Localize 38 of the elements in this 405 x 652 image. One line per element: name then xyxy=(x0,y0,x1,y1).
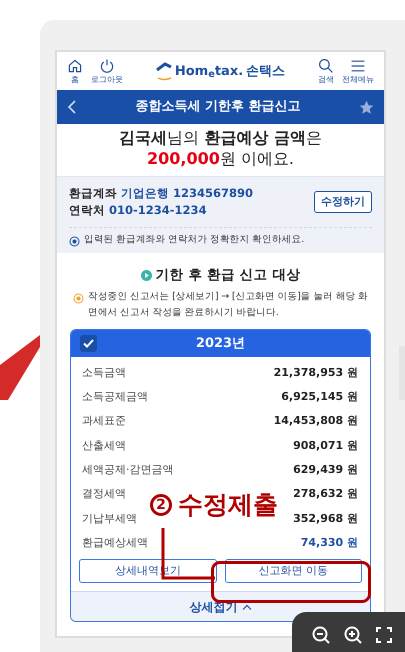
row-label: 소득공제금액 xyxy=(82,389,148,406)
row-label: 기납부세액 xyxy=(82,510,137,526)
row-value: 14,453,808 원 xyxy=(274,413,358,430)
row-label: 산출세액 xyxy=(82,438,126,454)
field-label: 연락처 xyxy=(69,202,105,219)
notice-text: 입력된 환급계좌와 연락처가 정확한지 확인하세요. xyxy=(84,233,304,248)
row-value: 629,439 원 xyxy=(293,462,358,478)
step-number: 2 xyxy=(150,494,172,516)
row-label: 세액공제·감면금액 xyxy=(82,462,174,478)
collapse-button[interactable]: 상세접기 xyxy=(190,598,252,616)
greeting-text: 원 이에요. xyxy=(220,148,294,168)
field-label: 환급계좌 xyxy=(69,184,117,202)
notice-text: 작성중인 신고서는 [상세보기] → [신고화면 이동]을 눌러 해당 화면에서 신고서 작성을 완료하시기 바랍니다. xyxy=(88,290,368,320)
row-label: 환급예상세액 xyxy=(82,534,148,551)
annotation-text: 수정제출 xyxy=(178,492,278,517)
refund-amount: 200,000 xyxy=(146,148,220,168)
page-title: 종합소득세 기한후 환급신고 xyxy=(135,98,301,116)
logo-text: Hom$_{e}$tax. xyxy=(174,62,244,81)
row-value: 74,330 원 xyxy=(300,534,358,551)
row-value: 21,378,953 원 xyxy=(274,364,358,381)
search-button[interactable]: 검색 xyxy=(318,58,334,84)
field-value: 기업은행 1234567890 xyxy=(121,184,254,202)
row-label: 과세표준 xyxy=(82,413,126,430)
logout-button[interactable]: 로그아웃 xyxy=(91,58,123,84)
row-label: 소득금액 xyxy=(82,364,126,381)
home-button[interactable]: 홈 xyxy=(67,58,83,84)
menu-button[interactable]: 전체메뉴 xyxy=(342,58,374,84)
field-value: 010-1234-1234 xyxy=(109,202,207,219)
greeting-text: 김국세님의 환급예상 금액은 xyxy=(118,128,323,149)
row-value: 352,968 원 xyxy=(293,510,358,526)
row-value: 908,071 원 xyxy=(293,438,358,454)
row-label: 결정세액 xyxy=(82,486,126,502)
edit-button[interactable]: 수정하기 xyxy=(314,190,372,214)
section-title: 기한 후 환급 신고 대상 xyxy=(156,266,300,285)
logo-brand: 손택스 xyxy=(246,62,286,80)
row-value: 6,925,145 원 xyxy=(281,389,358,406)
row-value: 278,632 원 xyxy=(293,486,358,502)
year-title: 2023년 xyxy=(196,334,246,353)
